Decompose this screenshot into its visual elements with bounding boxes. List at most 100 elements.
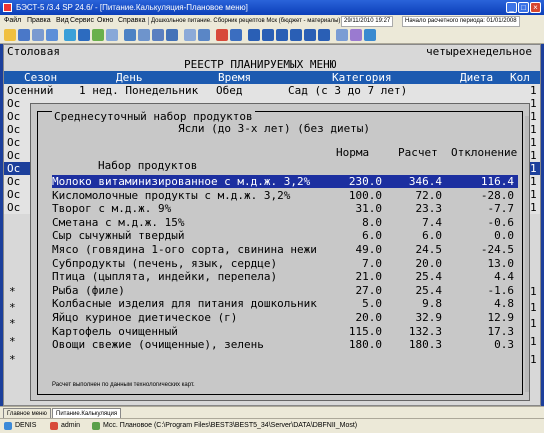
product-norm: 27.0 <box>355 283 383 297</box>
product-deviation: -7.7 <box>487 202 515 216</box>
product-row[interactable]: Овощи свежие (очищенные), зелень 180.0 180… <box>52 338 518 351</box>
main-screen: Столовая четырехнедельное РЕЕСТР ПЛАНИРУ… <box>3 44 541 406</box>
last-icon[interactable] <box>318 29 330 41</box>
product-row[interactable]: Сметана с м.д.ж. 15% 8.0 7.4 -0.6 <box>52 216 518 229</box>
print-icon[interactable] <box>32 29 44 41</box>
product-deviation: 116.4 <box>480 175 514 188</box>
first-icon[interactable] <box>248 29 260 41</box>
product-deviation: 13.0 <box>487 256 515 270</box>
window-icon[interactable] <box>336 29 348 41</box>
add-icon[interactable] <box>92 29 104 41</box>
col-category[interactable]: Категория <box>332 71 392 84</box>
next-icon[interactable] <box>290 29 302 41</box>
row-marker: * <box>9 285 16 298</box>
product-row[interactable]: Творог с м.д.ж. 9% 31.0 23.3 -7.7 <box>52 202 518 215</box>
open-icon[interactable] <box>4 29 16 41</box>
col-season[interactable]: Сезон <box>24 71 57 84</box>
product-norm: 20.0 <box>355 311 383 324</box>
calendar-icon[interactable] <box>230 29 242 41</box>
status-role: admin <box>61 422 81 429</box>
close-button[interactable]: × <box>530 2 541 13</box>
paste-icon[interactable] <box>138 29 150 41</box>
dialog-scrollbar[interactable] <box>525 116 529 392</box>
period-info: Начало расчетного периода: 01/01/2008 <box>402 16 520 27</box>
header-product-set: Набор продуктов <box>98 159 198 172</box>
row-marker: * <box>9 353 16 366</box>
product-row-selected[interactable]: Молоко витаминизированное с м.д.ж. 3,2% 2… <box>52 175 518 188</box>
prev-icon[interactable] <box>276 29 288 41</box>
menu-file[interactable]: Файл <box>4 15 21 27</box>
product-row[interactable]: Рыба (филе) 27.0 25.4 -1.6 <box>52 284 518 297</box>
save-icon[interactable] <box>18 29 30 41</box>
tools-icon[interactable] <box>198 29 210 41</box>
copy-icon[interactable] <box>124 29 136 41</box>
product-row[interactable]: Птица (цыплята, индейки, перепела) 21.0 25… <box>52 270 518 283</box>
prev-page-icon[interactable] <box>262 29 274 41</box>
product-set-dialog: Среднесуточный набор продуктов Ясли (до … <box>30 103 530 401</box>
product-calc: 72.0 <box>415 188 443 202</box>
product-row[interactable]: Мясо (говядина 1-ого сорта, свинина нежи… <box>52 243 518 256</box>
menu-edit[interactable]: Правка <box>27 15 51 27</box>
product-deviation: -28.0 <box>480 188 514 202</box>
chart-icon[interactable] <box>350 29 362 41</box>
product-name: Яйцо куриное диетическое (г) <box>52 311 238 324</box>
product-deviation: -0.6 <box>487 215 515 229</box>
preview-icon[interactable] <box>46 29 58 41</box>
menu-service[interactable]: Сервис <box>70 15 94 27</box>
menu-window[interactable]: Окно <box>97 15 113 27</box>
product-norm: 5.0 <box>362 297 382 311</box>
minimize-button[interactable]: _ <box>506 2 517 13</box>
help-icon[interactable] <box>364 29 376 41</box>
edit-icon[interactable] <box>106 29 118 41</box>
menu-view[interactable]: Вид <box>56 15 69 27</box>
calc-note: Расчет выполнен по данным технологически… <box>52 382 195 388</box>
product-calc: 32.9 <box>415 311 443 324</box>
product-row[interactable]: Яйцо куриное диетическое (г) 20.0 32.9 12.9 <box>52 311 518 324</box>
filter-icon[interactable] <box>152 29 164 41</box>
product-name: Кисломолочные продукты с м.д.ж. 3,2% <box>52 188 291 202</box>
row-count: 1 <box>530 317 537 330</box>
database-icon <box>92 422 100 430</box>
product-calc: 6.0 <box>422 229 442 243</box>
product-norm: 8.0 <box>362 215 382 229</box>
refresh-icon[interactable] <box>64 29 76 41</box>
header-norm: Норма <box>336 146 370 159</box>
product-calc: 7.4 <box>422 215 442 229</box>
user-icon <box>4 422 12 430</box>
product-deviation: -24.5 <box>480 243 514 256</box>
product-norm: 100.0 <box>348 188 382 202</box>
col-day[interactable]: День <box>116 71 143 84</box>
settings-icon[interactable] <box>184 29 196 41</box>
product-name: Картофель очищенный <box>52 324 178 338</box>
context-info: Дошкольное питание. Сборник рецептов Мск… <box>151 18 341 24</box>
col-time[interactable]: Время <box>218 71 251 84</box>
next-page-icon[interactable] <box>304 29 316 41</box>
product-name: Молоко витаминизированное с м.д.ж. 3,2% <box>52 175 311 188</box>
product-calc: 132.3 <box>408 324 442 338</box>
column-header: Сезон День Время Категория Диета Кол <box>4 71 540 84</box>
product-row[interactable]: Субпродукты (печень, язык, сердце) 7.0 20.… <box>52 257 518 270</box>
product-calc: 25.4 <box>415 270 443 284</box>
product-row[interactable]: Сыр сычужный твердый 6.0 6.0 0.0 <box>52 229 518 242</box>
find-icon[interactable] <box>78 29 90 41</box>
product-row[interactable]: Кисломолочные продукты с м.д.ж. 3,2% 100.… <box>52 189 518 202</box>
col-count[interactable]: Кол <box>510 71 530 84</box>
product-calc: 23.3 <box>415 202 443 216</box>
product-deviation: 4.4 <box>494 270 514 284</box>
product-row[interactable]: Колбасные изделия для питания дошкольник… <box>52 297 518 310</box>
menu-help[interactable]: Справка <box>118 15 145 27</box>
header-deviation: Отклонение <box>451 146 518 159</box>
maximize-button[interactable]: □ <box>518 2 529 13</box>
product-norm: 21.0 <box>355 270 383 284</box>
row-count: 1 <box>530 285 537 298</box>
org-label: Столовая <box>7 45 60 58</box>
product-name: Колбасные изделия для питания дошкольник <box>52 297 317 311</box>
col-diet[interactable]: Диета <box>460 71 493 84</box>
sort-icon[interactable] <box>166 29 178 41</box>
product-row[interactable]: Картофель очищенный 115.0 132.3 17.3 <box>52 325 518 338</box>
delete-icon[interactable] <box>216 29 228 41</box>
product-deviation: 4.8 <box>494 297 514 311</box>
table-row[interactable]: Осенний 1 нед. Понедельник Обед Сад (с 3… <box>4 84 540 97</box>
row-count: 1 <box>530 335 537 348</box>
title-bar: БЭСТ-5 /3.4 SP 24.6/ - [Питание.Калькуля… <box>0 0 544 15</box>
